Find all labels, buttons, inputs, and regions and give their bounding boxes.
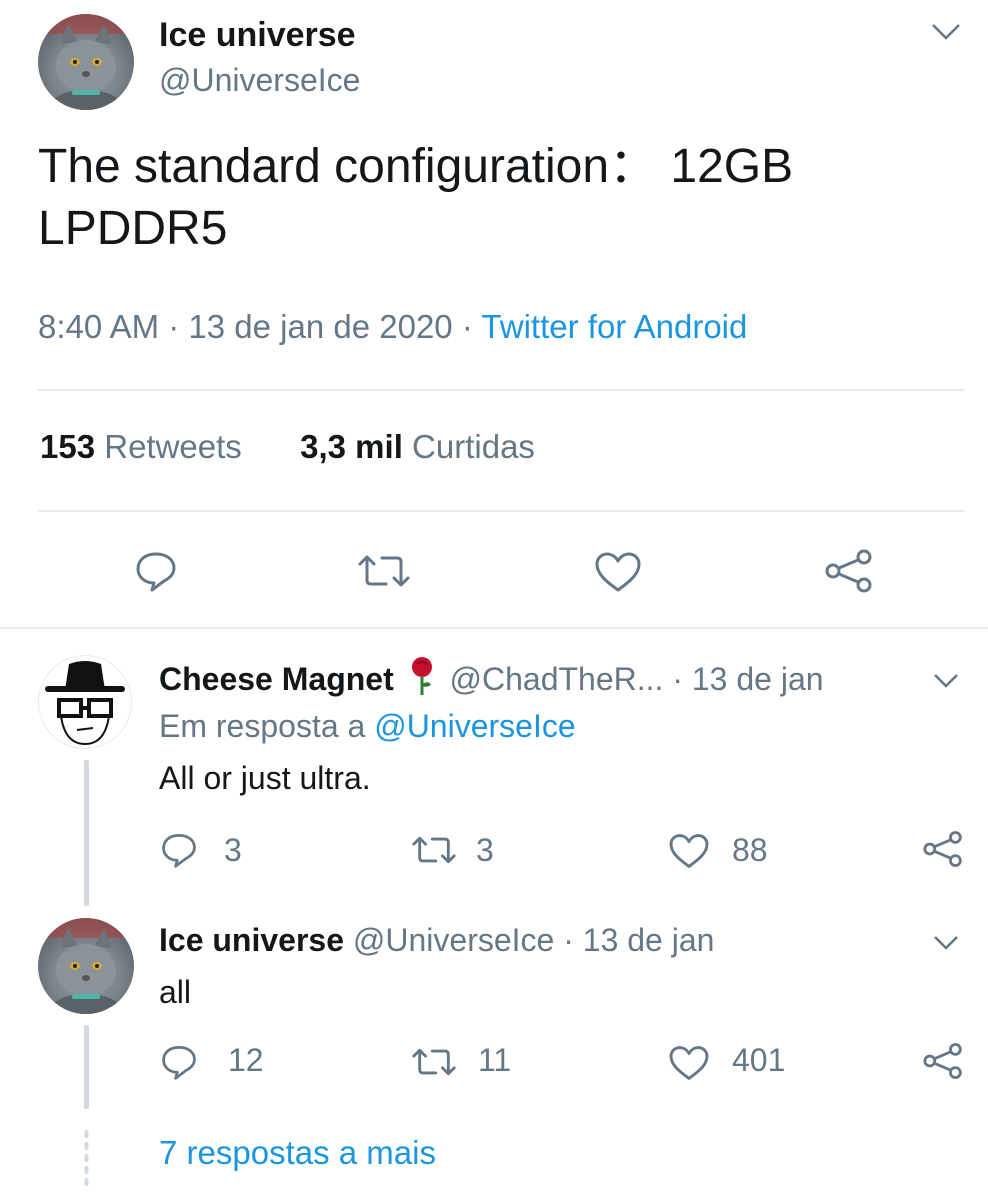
- tweet-stats: 153 Retweets 3,3 mil Curtidas: [40, 428, 535, 466]
- reply-header: Cheese Magnet @ChadTheR... · 13 de jan: [159, 656, 824, 704]
- retweet-count: 3: [476, 832, 494, 868]
- meta-separator: ·: [461, 308, 473, 345]
- share-icon[interactable]: [824, 548, 874, 594]
- reply-author-name[interactable]: Ice universe: [159, 922, 344, 958]
- more-replies-link[interactable]: 7 respostas a mais: [159, 1134, 436, 1172]
- like-count: 401: [732, 1042, 786, 1078]
- chevron-down-icon[interactable]: [930, 22, 962, 42]
- tweet-text-line-2: LPDDR5: [38, 202, 228, 255]
- reply-author-handle[interactable]: @UniverseIce: [353, 922, 554, 958]
- reply-author-name[interactable]: Cheese Magnet: [159, 661, 394, 697]
- tweet-text: The standard configuration： 12GB LPDDR5: [38, 136, 793, 260]
- reply-context-handle[interactable]: @UniverseIce: [374, 708, 575, 744]
- thread-line: [84, 1025, 89, 1109]
- reply-icon[interactable]: [160, 1044, 198, 1080]
- reply-avatar[interactable]: [38, 655, 132, 749]
- divider: [38, 389, 964, 391]
- meta-separator: ·: [563, 922, 574, 958]
- retweet-icon[interactable]: [410, 834, 458, 866]
- reply-text: All or just ultra.: [159, 760, 371, 796]
- meta-separator: ·: [672, 661, 683, 697]
- retweet-icon[interactable]: [356, 552, 412, 590]
- chevron-down-icon[interactable]: [932, 934, 960, 952]
- heart-icon[interactable]: [594, 551, 642, 593]
- share-icon[interactable]: [922, 1042, 964, 1080]
- tweet-source[interactable]: Twitter for Android: [481, 308, 747, 345]
- rose-emoji: [409, 656, 435, 704]
- author-name[interactable]: Ice universe: [159, 16, 356, 55]
- reply-count: 3: [224, 832, 242, 868]
- retweet-count: 11: [478, 1042, 512, 1078]
- tweet-text-line-1: The standard configuration： 12GB: [38, 140, 794, 193]
- reply-header: Ice universe @UniverseIce · 13 de jan: [159, 922, 714, 959]
- meta-separator: ·: [168, 308, 180, 345]
- retweets-count: 153: [40, 428, 96, 465]
- likes-count: 3,3 mil: [300, 428, 403, 465]
- reply-count: 12: [228, 1042, 264, 1078]
- thread-line: [84, 760, 89, 906]
- tweet-date: 13 de jan de 2020: [188, 308, 453, 345]
- likes-label: Curtidas: [412, 428, 535, 465]
- like-count: 88: [732, 832, 768, 868]
- retweets-stat[interactable]: 153 Retweets: [40, 428, 242, 465]
- divider: [0, 627, 988, 629]
- reply-date[interactable]: 13 de jan: [583, 922, 715, 958]
- reply-icon[interactable]: [160, 832, 198, 868]
- reply-avatar[interactable]: [38, 918, 134, 1014]
- chevron-down-icon[interactable]: [932, 672, 960, 690]
- heart-icon[interactable]: [668, 1045, 710, 1081]
- reply-author-handle[interactable]: @ChadTheR...: [450, 661, 664, 697]
- retweet-icon[interactable]: [410, 1046, 458, 1078]
- likes-stat[interactable]: 3,3 mil Curtidas: [300, 428, 535, 465]
- author-handle[interactable]: @UniverseIce: [159, 62, 360, 99]
- reply-text: all: [159, 974, 192, 1010]
- reply-icon[interactable]: [134, 550, 178, 592]
- author-avatar[interactable]: [38, 14, 134, 110]
- reply-date[interactable]: 13 de jan: [692, 661, 824, 697]
- tweet-time: 8:40 AM: [38, 308, 160, 345]
- reply-context: Em resposta a @UniverseIce: [159, 708, 576, 745]
- share-icon[interactable]: [922, 830, 964, 868]
- heart-icon[interactable]: [668, 833, 710, 869]
- tweet-meta: 8:40 AM · 13 de jan de 2020 · Twitter fo…: [38, 308, 747, 346]
- retweets-label: Retweets: [104, 428, 242, 465]
- reply-context-prefix: Em resposta a: [159, 708, 366, 744]
- divider: [38, 510, 964, 512]
- dotted-thread-line: [84, 1130, 89, 1186]
